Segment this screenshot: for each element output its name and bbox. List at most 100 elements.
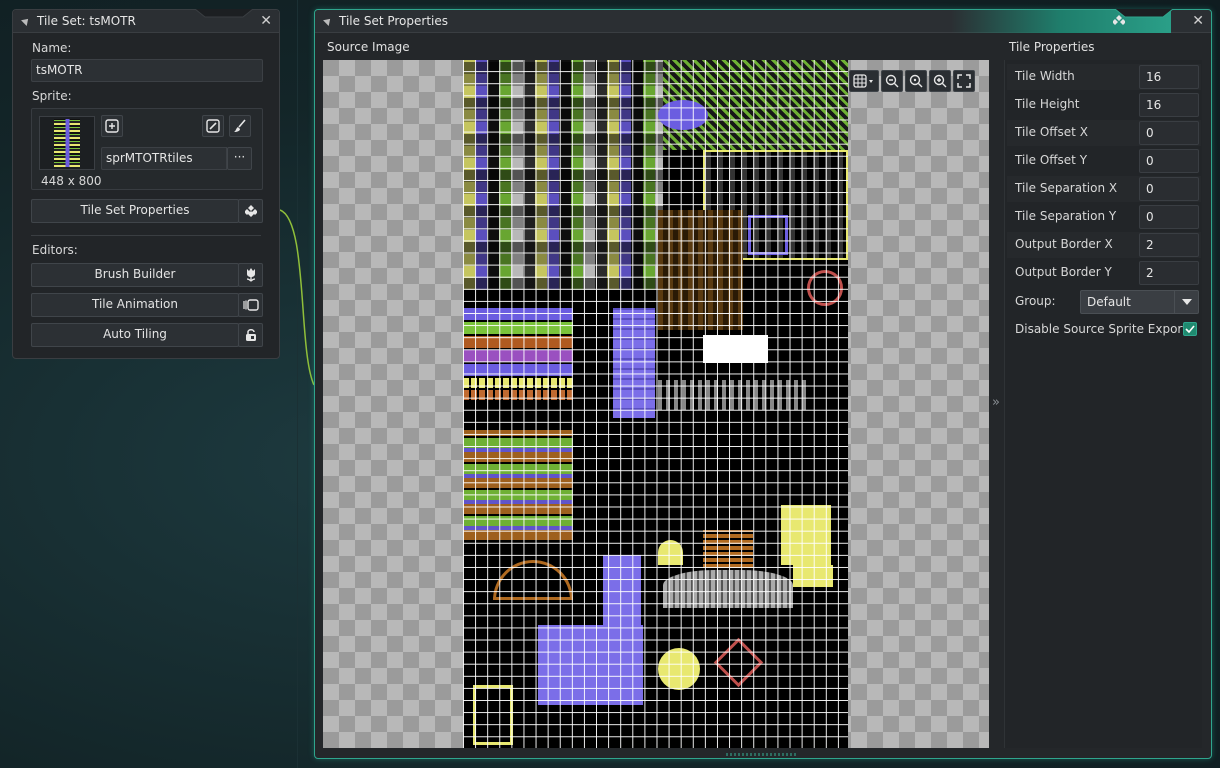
tile-separation-y-input[interactable]: 0 (1139, 205, 1199, 229)
fullscreen-icon (957, 74, 971, 88)
source-image-label: Source Image (327, 40, 410, 54)
grid-icon (853, 74, 873, 88)
tileset-image (463, 60, 848, 748)
auto-tiling-icon-button[interactable] (238, 323, 263, 347)
tile-set-properties-icon-button[interactable] (238, 199, 263, 223)
zoom-in-icon (933, 74, 947, 88)
properties-titlebar[interactable]: Tile Set Properties ✕ (315, 9, 1211, 33)
tile-block-bench (703, 530, 753, 568)
group-select[interactable]: Default (1080, 290, 1199, 314)
tile-block-exit-sign (703, 335, 768, 363)
prop-label: Tile Separation Y (1015, 209, 1117, 223)
disable-export-checkbox[interactable] (1183, 322, 1197, 336)
resize-grip[interactable] (726, 753, 796, 756)
chevron-down-icon[interactable] (1174, 291, 1198, 313)
strip-7 (463, 390, 573, 400)
tile-block-diamond-sign (713, 637, 764, 688)
zoom-out-icon (885, 74, 899, 88)
brush-builder-icon-button[interactable] (238, 263, 263, 287)
close-icon[interactable]: ✕ (1192, 13, 1204, 29)
tile-block-cloud (663, 570, 793, 608)
tile-block-good-luck-sign (781, 505, 831, 565)
output-border-y-input[interactable]: 2 (1139, 261, 1199, 285)
tile-block-purple-tree (658, 100, 708, 130)
paint-sprite-button[interactable] (229, 115, 251, 137)
zoom-out-button[interactable] (881, 70, 903, 92)
tile-block-frame (748, 215, 788, 255)
tile-block-arch (493, 560, 573, 600)
prop-tile-width: Tile Width 16 (1008, 64, 1200, 90)
grid-toggle-button[interactable] (849, 70, 879, 92)
zoom-in-button[interactable] (929, 70, 951, 92)
tile-block-purple-column (613, 308, 655, 418)
tile-block-grating (658, 380, 808, 410)
prop-output-border-x: Output Border X 2 (1008, 232, 1200, 258)
tile-block-sign-circle (807, 270, 843, 306)
diamond-tiles-icon (244, 205, 257, 217)
sprite-browse-button[interactable]: ··· (227, 147, 252, 170)
tile-height-input[interactable]: 16 (1139, 93, 1199, 117)
tile-offset-x-input[interactable]: 0 (1139, 121, 1199, 145)
group-select-value: Default (1087, 295, 1131, 309)
tulip-icon (246, 268, 255, 282)
collapse-triangle-icon[interactable] (21, 16, 31, 26)
close-icon[interactable]: ✕ (260, 13, 272, 29)
tile-animation-button[interactable]: Tile Animation (31, 293, 239, 317)
strip-6 (463, 378, 573, 388)
tile-separation-x-input[interactable]: 0 (1139, 177, 1199, 201)
lock-icon (245, 329, 256, 341)
sprite-thumbnail[interactable] (39, 116, 95, 170)
prop-tile-separation-y: Tile Separation Y 0 (1008, 204, 1200, 230)
brush-icon (234, 119, 246, 132)
properties-window-title: Tile Set Properties (339, 14, 448, 28)
titlebar-notch-decoration (195, 9, 253, 18)
new-sprite-button[interactable] (101, 115, 123, 137)
tile-block-sun (658, 648, 700, 690)
tile-block-patterns (463, 430, 573, 540)
strip-1 (463, 308, 573, 320)
prop-tile-offset-x: Tile Offset X 0 (1008, 120, 1200, 146)
checkmark-icon (1185, 325, 1195, 333)
tile-block-purple-panel-2 (538, 625, 643, 705)
auto-tiling-button[interactable]: Auto Tiling (31, 323, 239, 347)
disable-export-label: Disable Source Sprite Export (1015, 322, 1188, 336)
sprite-name-field[interactable]: sprMTOTRtiles (101, 147, 227, 170)
add-sprite-icon (105, 119, 119, 133)
tile-block-robot (473, 685, 513, 745)
edit-sprite-button[interactable] (202, 115, 224, 137)
name-label: Name: (32, 41, 72, 55)
editors-label: Editors: (32, 243, 78, 257)
titlebar-notch-decoration (1115, 9, 1173, 18)
sprite-panel: sprMTOTRtiles ··· 448 x 800 (31, 108, 263, 190)
tile-set-window: Tile Set: tsMOTR ✕ Name: tsMOTR Sprite: … (12, 9, 280, 359)
tile-properties-label: Tile Properties (1009, 40, 1095, 54)
collapse-triangle-icon[interactable] (323, 16, 333, 26)
sprite-thumbnail-image (54, 119, 80, 167)
animation-icon (242, 299, 259, 311)
zoom-reset-button[interactable] (905, 70, 927, 92)
tile-block-purple-panel-1 (603, 555, 641, 625)
tile-animation-icon-button[interactable] (238, 293, 263, 317)
prop-tile-offset-y: Tile Offset Y 0 (1008, 148, 1200, 174)
strip-5 (463, 364, 573, 376)
prop-tile-separation-x: Tile Separation X 0 (1008, 176, 1200, 202)
tile-block-shading (463, 60, 663, 290)
prop-label: Tile Height (1015, 97, 1080, 111)
prop-tile-height: Tile Height 16 (1008, 92, 1200, 118)
brush-builder-button[interactable]: Brush Builder (31, 263, 239, 287)
prop-label: Output Border X (1015, 237, 1113, 251)
tile-set-window-title: Tile Set: tsMOTR (37, 14, 136, 28)
name-input[interactable]: tsMOTR (31, 59, 263, 82)
source-image-viewer[interactable] (323, 60, 989, 748)
prop-label: Tile Offset Y (1015, 153, 1088, 167)
tile-offset-y-input[interactable]: 0 (1139, 149, 1199, 173)
edit-image-icon (206, 119, 220, 133)
tile-width-input[interactable]: 16 (1139, 65, 1199, 89)
tile-set-properties-button[interactable]: Tile Set Properties (31, 199, 239, 223)
prop-label: Output Border Y (1015, 265, 1112, 279)
collapse-panel-icon[interactable]: » (992, 395, 1000, 410)
fit-view-button[interactable] (953, 70, 975, 92)
output-border-x-input[interactable]: 2 (1139, 233, 1199, 257)
tile-set-titlebar[interactable]: Tile Set: tsMOTR ✕ (13, 9, 279, 33)
prop-label: Tile Offset X (1015, 125, 1088, 139)
